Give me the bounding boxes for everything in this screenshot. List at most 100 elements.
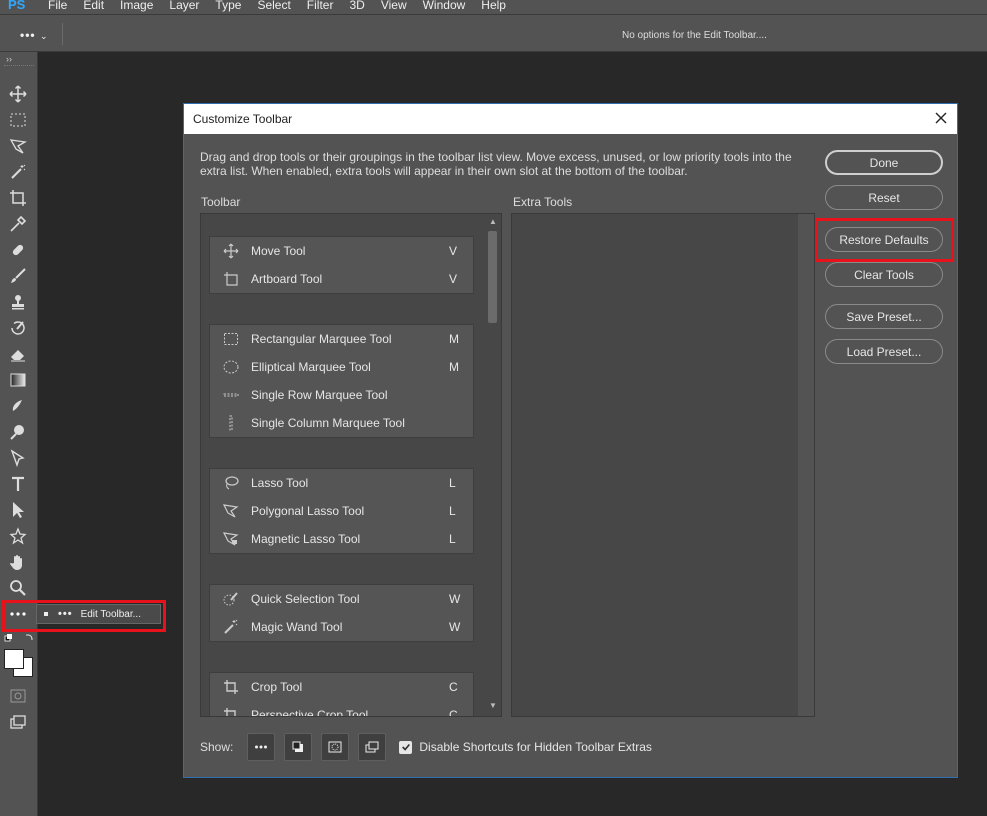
- dialog-title: Customize Toolbar: [193, 112, 293, 126]
- highlight-box: [815, 218, 954, 262]
- tool-group[interactable]: Quick Selection Tool W Magic Wand Tool W: [209, 584, 474, 642]
- list-item[interactable]: Magnetic Lasso Tool L: [210, 525, 473, 553]
- move-icon[interactable]: [6, 83, 30, 105]
- foreground-color-swatch[interactable]: [4, 649, 24, 669]
- menu-filter[interactable]: Filter: [307, 0, 334, 12]
- magnetic-lasso-icon: [221, 529, 241, 549]
- list-item[interactable]: Elliptical Marquee Tool M: [210, 353, 473, 381]
- perspective-crop-icon: [221, 705, 241, 716]
- scroll-thumb[interactable]: [488, 231, 497, 323]
- tool-name: Magnetic Lasso Tool: [251, 532, 361, 546]
- path-selection-icon[interactable]: [6, 499, 30, 521]
- list-item[interactable]: Magic Wand Tool W: [210, 613, 473, 641]
- list-item[interactable]: Rectangular Marquee Tool M: [210, 325, 473, 353]
- reset-button[interactable]: Reset: [825, 185, 943, 210]
- tool-name: Artboard Tool: [251, 272, 323, 286]
- tool-group[interactable]: Move Tool V Artboard Tool V: [209, 236, 474, 294]
- menu-layer[interactable]: Layer: [169, 0, 199, 12]
- dialog-description: Drag and drop tools or their groupings i…: [200, 150, 792, 178]
- menu-help[interactable]: Help: [481, 0, 506, 12]
- checkbox-label[interactable]: Disable Shortcuts for Hidden Toolbar Ext…: [419, 740, 652, 754]
- tool-group[interactable]: Lasso Tool L Polygonal Lasso Tool L Magn…: [209, 468, 474, 554]
- tool-name: Lasso Tool: [251, 476, 309, 490]
- extra-tools-list[interactable]: [511, 213, 815, 717]
- clear-tools-button[interactable]: Clear Tools: [825, 262, 943, 287]
- ellipsis-icon[interactable]: [247, 733, 276, 761]
- screen-mode-icon[interactable]: [358, 733, 387, 761]
- scroll-up-icon[interactable]: ▲: [489, 217, 497, 226]
- menu-3d[interactable]: 3D: [349, 0, 364, 12]
- tool-name: Quick Selection Tool: [251, 592, 360, 606]
- menu-view[interactable]: View: [381, 0, 407, 12]
- list-scrollbar[interactable]: ▲ ▼: [485, 214, 501, 716]
- ps-logo: PS: [8, 0, 26, 12]
- menu-window[interactable]: Window: [423, 0, 466, 12]
- customize-toolbar-dialog: Customize Toolbar Drag and drop tools or…: [183, 103, 958, 778]
- tool-group[interactable]: Rectangular Marquee Tool M Elliptical Ma…: [209, 324, 474, 438]
- collapse-icon[interactable]: ››: [6, 54, 12, 64]
- hand-icon[interactable]: [6, 551, 30, 573]
- tool-shortcut: V: [449, 272, 458, 286]
- tool-group[interactable]: Crop Tool C Perspective Crop Tool C: [209, 672, 474, 717]
- artboard-icon: [221, 269, 241, 289]
- menu-file[interactable]: File: [48, 0, 67, 12]
- menu-type[interactable]: Type: [215, 0, 241, 12]
- divider: [62, 23, 63, 45]
- show-bar: Show: Disable Shortcuts for Hidden Toolb…: [200, 732, 652, 762]
- lasso-icon: [221, 473, 241, 493]
- done-button[interactable]: Done: [825, 150, 943, 175]
- crop-icon[interactable]: [6, 187, 30, 209]
- list-item[interactable]: Artboard Tool V: [210, 265, 473, 293]
- quick-mask-icon[interactable]: [6, 685, 30, 707]
- list-item[interactable]: Crop Tool C: [210, 673, 473, 701]
- menu-image[interactable]: Image: [120, 0, 153, 12]
- polygonal-lasso-icon: [221, 501, 241, 521]
- screen-mode-icon[interactable]: [6, 711, 30, 733]
- tool-shortcut: M: [449, 332, 459, 346]
- tool-name: Rectangular Marquee Tool: [251, 332, 392, 346]
- zoom-icon[interactable]: [6, 577, 30, 599]
- panel-grip[interactable]: [4, 65, 34, 68]
- tool-name: Magic Wand Tool: [251, 620, 343, 634]
- blur-icon[interactable]: [6, 395, 30, 417]
- type-icon[interactable]: [6, 473, 30, 495]
- list-item[interactable]: Single Row Marquee Tool: [210, 381, 473, 409]
- menu-select[interactable]: Select: [257, 0, 290, 12]
- gradient-icon[interactable]: [6, 369, 30, 391]
- eyedropper-icon[interactable]: [6, 213, 30, 235]
- lasso-icon[interactable]: [6, 135, 30, 157]
- toolbar-list[interactable]: Move Tool V Artboard Tool V Rectangular …: [200, 213, 502, 717]
- eraser-icon[interactable]: [6, 343, 30, 365]
- pen-icon[interactable]: [6, 447, 30, 469]
- list-item[interactable]: Polygonal Lasso Tool L: [210, 497, 473, 525]
- magic-wand-icon[interactable]: [6, 161, 30, 183]
- swap-colors-icon[interactable]: [284, 733, 313, 761]
- move-icon: [221, 241, 241, 261]
- disable-shortcuts-checkbox[interactable]: [399, 740, 413, 754]
- brush-icon[interactable]: [6, 265, 30, 287]
- stamp-icon[interactable]: [6, 291, 30, 313]
- healing-icon[interactable]: [6, 239, 30, 261]
- scroll-down-icon[interactable]: ▼: [489, 701, 497, 710]
- shape-icon[interactable]: [6, 525, 30, 547]
- dodge-icon[interactable]: [6, 421, 30, 443]
- tool-name: Perspective Crop Tool: [251, 708, 369, 717]
- highlight-box: [2, 600, 166, 632]
- quick-mask-icon[interactable]: [321, 733, 350, 761]
- load-preset-button[interactable]: Load Preset...: [825, 339, 943, 364]
- options-message: No options for the Edit Toolbar....: [622, 30, 767, 41]
- tool-shortcut: L: [449, 476, 456, 490]
- list-item[interactable]: Single Column Marquee Tool: [210, 409, 473, 437]
- dialog-title-bar: Customize Toolbar: [184, 104, 957, 134]
- list-item[interactable]: Move Tool V: [210, 237, 473, 265]
- close-icon[interactable]: [933, 110, 949, 126]
- marquee-icon[interactable]: [6, 109, 30, 131]
- tool-preset-picker[interactable]: ••• ⌄: [20, 28, 49, 42]
- tool-name: Single Row Marquee Tool: [251, 388, 388, 402]
- list-item[interactable]: Quick Selection Tool W: [210, 585, 473, 613]
- list-item[interactable]: Lasso Tool L: [210, 469, 473, 497]
- menu-edit[interactable]: Edit: [83, 0, 104, 12]
- list-item[interactable]: Perspective Crop Tool C: [210, 701, 473, 717]
- history-brush-icon[interactable]: [6, 317, 30, 339]
- save-preset-button[interactable]: Save Preset...: [825, 304, 943, 329]
